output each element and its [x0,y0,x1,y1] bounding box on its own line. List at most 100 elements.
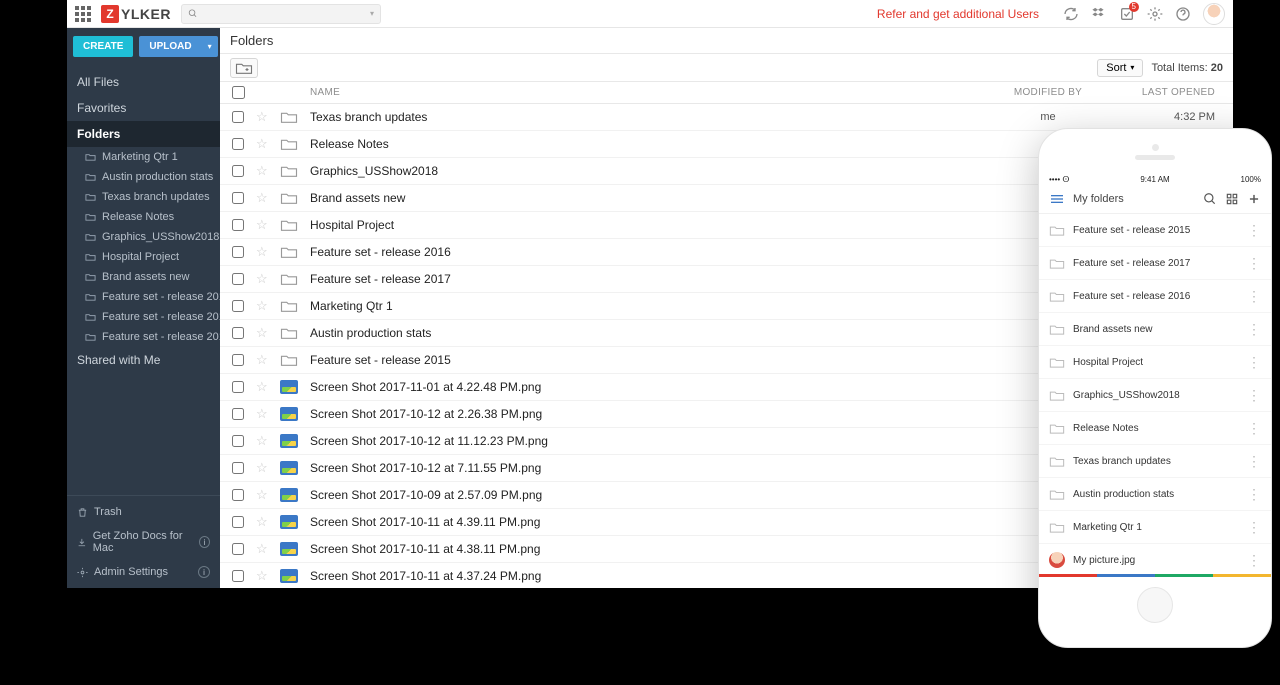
row-checkbox[interactable] [232,192,244,204]
more-icon[interactable]: ⋮ [1247,458,1261,464]
row-checkbox[interactable] [232,273,244,285]
star-icon[interactable]: ☆ [256,163,268,178]
star-icon[interactable]: ☆ [256,460,268,475]
sidebar-subfolder[interactable]: Hospital Project [67,247,220,267]
more-icon[interactable]: ⋮ [1247,491,1261,497]
phone-list-item[interactable]: Hospital Project⋮ [1039,346,1271,379]
star-icon[interactable]: ☆ [256,406,268,421]
create-button[interactable]: CREATE [73,36,133,57]
star-icon[interactable]: ☆ [256,136,268,151]
star-icon[interactable]: ☆ [256,109,268,124]
dropbox-icon[interactable] [1091,6,1107,22]
star-icon[interactable]: ☆ [256,271,268,286]
star-icon[interactable]: ☆ [256,352,268,367]
more-icon[interactable]: ⋮ [1247,392,1261,398]
help-icon[interactable] [1175,6,1191,22]
sidebar-subfolder[interactable]: Graphics_USShow2018 [67,227,220,247]
plus-icon[interactable] [1247,192,1261,206]
search-icon[interactable] [1203,192,1217,206]
sidebar-subfolder[interactable]: Marketing Qtr 1 [67,147,220,167]
phone-list-item[interactable]: Feature set - release 2016⋮ [1039,280,1271,313]
row-checkbox[interactable] [232,138,244,150]
star-icon[interactable]: ☆ [256,433,268,448]
brand-logo[interactable]: Z YLKER [101,5,171,23]
phone-home-button[interactable] [1137,587,1173,623]
row-checkbox[interactable] [232,354,244,366]
sidebar-subfolder[interactable]: Feature set - release 2015 [67,327,220,347]
star-icon[interactable]: ☆ [256,487,268,502]
gear-icon[interactable] [1147,6,1163,22]
star-icon[interactable]: ☆ [256,568,268,583]
sidebar-item-folders[interactable]: Folders [67,121,220,147]
more-icon[interactable]: ⋮ [1247,524,1261,530]
sidebar-subfolder[interactable]: Austin production stats [67,167,220,187]
sidebar-subfolder[interactable]: Texas branch updates [67,187,220,207]
col-name[interactable]: NAME [306,87,983,98]
phone-list-item[interactable]: Feature set - release 2017⋮ [1039,247,1271,280]
sidebar-admin[interactable]: Admin Settings i [67,560,220,584]
star-icon[interactable]: ☆ [256,541,268,556]
star-icon[interactable]: ☆ [256,514,268,529]
row-checkbox[interactable] [232,408,244,420]
sort-button[interactable]: Sort▾ [1097,59,1143,77]
more-icon[interactable]: ⋮ [1247,293,1261,299]
row-checkbox[interactable] [232,462,244,474]
sidebar-item-favorites[interactable]: Favorites [67,95,220,121]
more-icon[interactable]: ⋮ [1247,260,1261,266]
more-icon[interactable]: ⋮ [1247,557,1261,563]
row-checkbox[interactable] [232,219,244,231]
star-icon[interactable]: ☆ [256,244,268,259]
sidebar-subfolder[interactable]: Feature set - release 2017 [67,307,220,327]
phone-list-item[interactable]: Graphics_USShow2018⋮ [1039,379,1271,412]
new-folder-button[interactable] [230,58,258,78]
row-checkbox[interactable] [232,327,244,339]
row-checkbox[interactable] [232,111,244,123]
more-icon[interactable]: ⋮ [1247,425,1261,431]
sidebar-subfolder[interactable]: Release Notes [67,207,220,227]
sidebar-item-shared[interactable]: Shared with Me [67,347,220,373]
phone-list-item[interactable]: Feature set - release 2015⋮ [1039,214,1271,247]
star-icon[interactable]: ☆ [256,217,268,232]
phone-list-item[interactable]: Austin production stats⋮ [1039,478,1271,511]
row-checkbox[interactable] [232,165,244,177]
row-checkbox[interactable] [232,543,244,555]
search-input[interactable] [202,8,366,20]
apps-grid-icon[interactable] [75,6,91,22]
row-checkbox[interactable] [232,246,244,258]
row-checkbox[interactable] [232,300,244,312]
table-row[interactable]: ☆Texas branch updatesme4:32 PM [220,104,1233,131]
star-icon[interactable]: ☆ [256,325,268,340]
hamburger-icon[interactable] [1049,193,1065,205]
sidebar-subfolder[interactable]: Brand assets new [67,267,220,287]
phone-list-item[interactable]: Brand assets new⋮ [1039,313,1271,346]
star-icon[interactable]: ☆ [256,379,268,394]
col-last-opened[interactable]: LAST OPENED [1113,87,1233,98]
phone-list-item[interactable]: Release Notes⋮ [1039,412,1271,445]
more-icon[interactable]: ⋮ [1247,227,1261,233]
row-checkbox[interactable] [232,381,244,393]
refer-link[interactable]: Refer and get additional Users [877,7,1039,21]
star-icon[interactable]: ☆ [256,190,268,205]
phone-list[interactable]: Feature set - release 2015⋮Feature set -… [1039,214,1271,574]
more-icon[interactable]: ⋮ [1247,326,1261,332]
grid-view-icon[interactable] [1225,192,1239,206]
sidebar-subfolder[interactable]: Feature set - release 2016 [67,287,220,307]
sync-icon[interactable] [1063,6,1079,22]
select-all-checkbox[interactable] [232,86,245,99]
sidebar-trash[interactable]: Trash [67,500,220,524]
notifications-icon[interactable]: 5 [1119,6,1135,22]
row-checkbox[interactable] [232,489,244,501]
more-icon[interactable]: ⋮ [1247,359,1261,365]
phone-list-item[interactable]: Texas branch updates⋮ [1039,445,1271,478]
user-avatar[interactable] [1203,3,1225,25]
phone-list-item[interactable]: Marketing Qtr 1⋮ [1039,511,1271,544]
upload-caret-button[interactable]: ▾ [202,36,218,57]
row-checkbox[interactable] [232,570,244,582]
phone-list-item[interactable]: My picture.jpg⋮ [1039,544,1271,574]
col-modified-by[interactable]: MODIFIED BY [983,87,1113,98]
sidebar-item-all-files[interactable]: All Files [67,69,220,95]
row-checkbox[interactable] [232,435,244,447]
search-box[interactable]: ▾ [181,4,381,24]
star-icon[interactable]: ☆ [256,298,268,313]
row-checkbox[interactable] [232,516,244,528]
